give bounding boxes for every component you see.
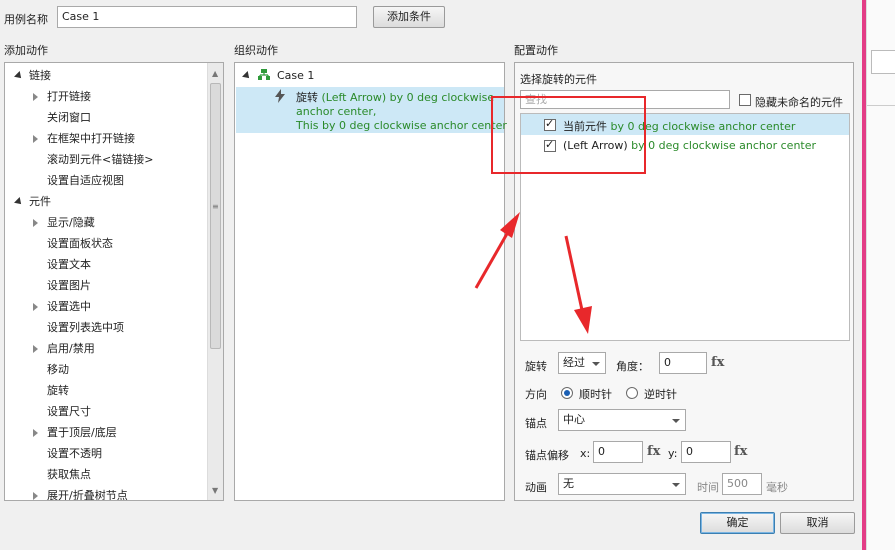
offset-y-fx-button[interactable]: fx (734, 444, 747, 459)
action-prefix: 旋转 (296, 91, 318, 104)
case-name-input[interactable]: Case 1 (57, 6, 357, 28)
widget-row[interactable]: (Left Arrow) by 0 deg clockwise anchor c… (521, 135, 849, 156)
lightning-icon (274, 89, 286, 106)
scroll-thumb[interactable]: ≡ (210, 83, 221, 349)
ok-button[interactable]: 确定 (700, 512, 775, 534)
action-line1: (Left Arrow) by 0 deg clockwise (318, 91, 495, 104)
tree-item-label: 移动 (47, 363, 69, 376)
case-name-label: 用例名称 (4, 13, 48, 26)
tree-item-label: 打开链接 (47, 90, 91, 103)
tree-item-label: 设置尺寸 (47, 405, 91, 418)
organize-actions-title: 组织动作 (234, 44, 278, 57)
tree-item-label: 旋转 (47, 384, 69, 397)
widget-row[interactable]: 当前元件 by 0 deg clockwise anchor center (521, 114, 849, 135)
case-icon (257, 65, 271, 89)
tree-item-label: 设置不透明 (47, 447, 102, 460)
add-actions-title: 添加动作 (4, 44, 48, 57)
tree-item-label: 启用/禁用 (47, 342, 95, 355)
scroll-down-icon[interactable]: ▼ (212, 486, 218, 495)
tree-item-label: 设置选中 (47, 300, 91, 313)
widget-checkbox[interactable] (544, 117, 556, 131)
scroll-up-icon[interactable]: ▲ (212, 69, 218, 78)
add-actions-tree: 链接打开链接关闭窗口在框架中打开链接滚动到元件<锚链接> 设置自适应视图元件显示/… (4, 62, 224, 501)
offset-y-input[interactable]: 0 (681, 441, 731, 463)
collapse-icon[interactable] (33, 93, 38, 101)
clockwise-label: 顺时针 (579, 388, 612, 401)
tree-item-label: 置于顶层/底层 (47, 426, 117, 439)
action-line2: anchor center, (296, 105, 377, 118)
animation-label: 动画 (525, 481, 547, 494)
collapse-icon[interactable] (33, 219, 38, 227)
clockwise-radio[interactable] (561, 387, 573, 399)
tree-item-label: 滚动到元件<锚链接> (47, 153, 154, 166)
tree-item-label: 设置文本 (47, 258, 91, 271)
tree-item-label: 设置面板状态 (47, 237, 113, 250)
expand-icon[interactable] (242, 71, 252, 81)
rotate-label: 旋转 (525, 360, 547, 373)
collapse-icon[interactable] (33, 429, 38, 437)
widget-list: 当前元件 by 0 deg clockwise anchor center (L… (520, 113, 850, 341)
collapse-icon[interactable] (33, 345, 38, 353)
rotate-mode-select[interactable]: 经过 (558, 352, 606, 374)
organize-actions-panel: Case 1 旋转 (Left Arrow) by 0 deg clockwis… (234, 62, 507, 501)
angle-label: 角度： (616, 360, 649, 373)
angle-input[interactable]: 0 (659, 352, 707, 374)
action-text: 旋转 (Left Arrow) by 0 deg clockwise ancho… (296, 91, 507, 133)
collapse-icon[interactable] (33, 492, 38, 500)
grip-icon: ≡ (212, 202, 219, 211)
action-line3: This by 0 deg clockwise anchor center (296, 119, 507, 132)
tree-item-label: 设置图片 (47, 279, 91, 292)
tree-item-label: 在框架中打开链接 (47, 132, 135, 145)
hide-unnamed-label: 隐藏未命名的元件 (755, 96, 843, 109)
tree-item-label: 链接 (29, 69, 51, 82)
background-app-field (871, 50, 895, 74)
expand-icon[interactable] (14, 71, 24, 81)
config-actions-title: 配置动作 (514, 44, 558, 57)
offset-x-fx-button[interactable]: fx (647, 444, 660, 459)
config-panel: 选择旋转的元件 查找 隐藏未命名的元件 当前元件 by 0 deg clockw… (514, 62, 854, 501)
x-label: x: (580, 447, 591, 460)
widget-row-text: 当前元件 by 0 deg clockwise anchor center (563, 120, 796, 133)
anchor-label: 锚点 (525, 417, 547, 430)
time-label: 时间 (697, 481, 719, 494)
time-input[interactable]: 500 (722, 473, 762, 495)
anchor-offset-label: 锚点偏移 (525, 449, 569, 462)
time-unit: 毫秒 (766, 481, 788, 494)
angle-fx-button[interactable]: fx (711, 355, 724, 370)
background-divider (867, 105, 895, 106)
cancel-button[interactable]: 取消 (780, 512, 855, 534)
case-label: Case 1 (277, 69, 315, 82)
widget-search-input[interactable]: 查找 (520, 90, 730, 109)
counterclockwise-radio[interactable] (626, 387, 638, 399)
tree-item-label: 关闭窗口 (47, 111, 91, 124)
offset-x-input[interactable]: 0 (593, 441, 643, 463)
expand-icon[interactable] (14, 197, 24, 207)
y-label: y: (668, 447, 678, 460)
animation-select[interactable]: 无 (558, 473, 686, 495)
collapse-icon[interactable] (33, 135, 38, 143)
widget-checkbox[interactable] (544, 138, 556, 152)
direction-label: 方向 (525, 388, 547, 401)
tree-item-label: 元件 (29, 195, 51, 208)
add-condition-button[interactable]: 添加条件 (373, 6, 445, 28)
hide-unnamed-checkbox[interactable] (739, 94, 751, 106)
widget-row-text: (Left Arrow) by 0 deg clockwise anchor c… (563, 139, 817, 152)
tree-item-label: 展开/折叠树节点 (47, 489, 128, 501)
background-app (866, 0, 895, 550)
select-widget-label: 选择旋转的元件 (520, 73, 597, 86)
tree-item-label: 设置自适应视图 (47, 174, 124, 187)
anchor-select[interactable]: 中心 (558, 409, 686, 431)
collapse-icon[interactable] (33, 303, 38, 311)
counterclockwise-label: 逆时针 (644, 388, 677, 401)
tree-scrollbar[interactable]: ▲ ≡ ▼ (207, 63, 223, 500)
tree-item-label: 设置列表选中项 (47, 321, 124, 334)
tree-item-label: 获取焦点 (47, 468, 91, 481)
action-item-rotate[interactable]: 旋转 (Left Arrow) by 0 deg clockwise ancho… (236, 87, 507, 133)
tree-item-label: 显示/隐藏 (47, 216, 95, 229)
